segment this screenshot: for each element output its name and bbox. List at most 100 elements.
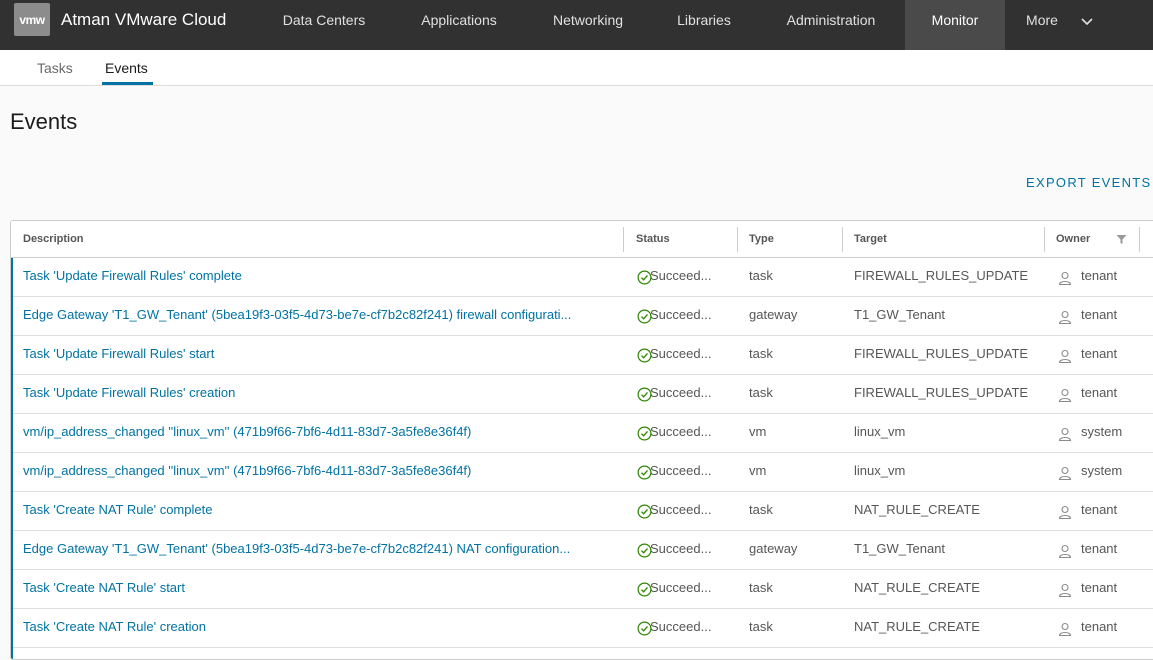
nav-applications[interactable]: Applications bbox=[394, 0, 524, 50]
event-owner: tenant bbox=[1044, 492, 1144, 530]
tab-events[interactable]: Events bbox=[105, 60, 148, 76]
event-status: Succeed... bbox=[624, 609, 732, 647]
event-status: Succeed... bbox=[624, 375, 732, 413]
event-type: task bbox=[749, 502, 773, 517]
status-text: Succeed... bbox=[650, 502, 712, 517]
event-target: linux_vm bbox=[854, 463, 906, 478]
check-circle-icon bbox=[637, 582, 652, 597]
event-target: NAT_RULE_CREATE bbox=[854, 502, 980, 517]
check-circle-icon bbox=[637, 504, 652, 519]
user-icon bbox=[1058, 583, 1072, 597]
user-icon bbox=[1058, 466, 1072, 480]
table-row[interactable]: Task 'Update Firewall Rules' complete Su… bbox=[11, 258, 1153, 297]
subtab-bar: Tasks Events bbox=[0, 50, 1153, 86]
event-target: NAT_RULE_CREATE bbox=[854, 580, 980, 595]
nav-data-centers[interactable]: Data Centers bbox=[258, 0, 390, 50]
event-owner: tenant bbox=[1044, 375, 1144, 413]
user-icon bbox=[1058, 271, 1072, 285]
owner-text: system bbox=[1081, 424, 1123, 439]
event-target: NAT_RULE_CREATE bbox=[854, 619, 980, 634]
user-icon bbox=[1058, 349, 1072, 363]
grid-left-accent bbox=[11, 258, 13, 659]
event-description-link[interactable]: Edge Gateway 'T1_GW_Tenant' (5bea19f3-03… bbox=[11, 531, 621, 569]
table-row[interactable]: Task 'Update Firewall Rules' start Succe… bbox=[11, 336, 1153, 375]
event-target: FIREWALL_RULES_UPDATE bbox=[854, 385, 1029, 400]
chevron-down-icon[interactable] bbox=[1080, 14, 1094, 28]
event-owner: tenant bbox=[1044, 531, 1144, 569]
event-owner: tenant bbox=[1044, 336, 1144, 374]
status-text: Succeed... bbox=[650, 619, 712, 634]
check-circle-icon bbox=[637, 543, 652, 558]
nav-libraries[interactable]: Libraries bbox=[653, 0, 755, 50]
brand-title[interactable]: Atman VMware Cloud bbox=[61, 10, 226, 30]
table-row[interactable]: vm/ip_address_changed ''linux_vm'' (471b… bbox=[11, 453, 1153, 492]
export-events-button[interactable]: EXPORT EVENTS bbox=[1026, 175, 1152, 190]
nav-monitor[interactable]: Monitor bbox=[905, 0, 1005, 50]
event-status: Succeed... bbox=[624, 453, 732, 491]
datagrid-header: Description Status Type Target Owner bbox=[11, 221, 1153, 258]
event-description-link[interactable]: Task 'Create NAT Rule' start bbox=[11, 570, 621, 608]
status-text: Succeed... bbox=[650, 307, 712, 322]
event-description-link[interactable]: Task 'Create NAT Rule' complete bbox=[11, 492, 621, 530]
status-text: Succeed... bbox=[650, 346, 712, 361]
event-status: Succeed... bbox=[624, 336, 732, 374]
event-description-link[interactable]: Task 'Update Firewall Rules' complete bbox=[11, 258, 621, 296]
status-text: Succeed... bbox=[650, 385, 712, 400]
event-description-link[interactable]: vm/ip_address_changed ''linux_vm'' (471b… bbox=[11, 414, 621, 452]
user-icon bbox=[1058, 505, 1072, 519]
table-row[interactable]: vm/ip_address_changed ''linux_vm'' (471b… bbox=[11, 414, 1153, 453]
event-target: FIREWALL_RULES_UPDATE bbox=[854, 268, 1029, 283]
page-title: Events bbox=[10, 109, 78, 134]
check-circle-icon bbox=[637, 348, 652, 363]
event-status: Succeed... bbox=[624, 570, 732, 608]
table-row[interactable]: Task 'Create NAT Rule' complete Succeed.… bbox=[11, 492, 1153, 531]
owner-text: tenant bbox=[1081, 307, 1118, 322]
column-header-description[interactable]: Description bbox=[11, 221, 84, 258]
owner-text: tenant bbox=[1081, 619, 1118, 634]
event-type: gateway bbox=[749, 541, 798, 556]
status-text: Succeed... bbox=[650, 463, 712, 478]
event-target: linux_vm bbox=[854, 424, 906, 439]
table-row[interactable]: Task 'Update Firewall Rules' creation Su… bbox=[11, 375, 1153, 414]
event-description-link[interactable]: vm/ip_address_changed ''linux_vm'' (471b… bbox=[11, 453, 621, 491]
nav-more[interactable]: More bbox=[1013, 0, 1071, 50]
owner-text: tenant bbox=[1081, 346, 1118, 361]
table-row[interactable]: Task 'Create NAT Rule' creation Succeed.… bbox=[11, 609, 1153, 648]
status-text: Succeed... bbox=[650, 268, 712, 283]
tab-tasks[interactable]: Tasks bbox=[37, 60, 73, 76]
event-status: Succeed... bbox=[624, 531, 732, 569]
filter-icon[interactable] bbox=[1116, 234, 1127, 245]
table-row[interactable]: Edge Gateway 'T1_GW_Tenant' (5bea19f3-03… bbox=[11, 297, 1153, 336]
event-type: task bbox=[749, 385, 773, 400]
column-header-target[interactable]: Target bbox=[842, 221, 887, 258]
table-row[interactable]: Edge Gateway 'T1_GW_Tenant' (5bea19f3-03… bbox=[11, 531, 1153, 570]
event-status: Succeed... bbox=[624, 258, 732, 296]
owner-text: tenant bbox=[1081, 385, 1118, 400]
table-row[interactable]: Task 'Create NAT Rule' start Succeed... … bbox=[11, 570, 1153, 609]
owner-text: system bbox=[1081, 463, 1123, 478]
column-header-status[interactable]: Status bbox=[624, 221, 670, 258]
check-circle-icon bbox=[637, 309, 652, 324]
event-description-link[interactable]: Edge Gateway 'T1_GW_Tenant' (5bea19f3-03… bbox=[11, 297, 621, 335]
event-type: task bbox=[749, 619, 773, 634]
column-header-type[interactable]: Type bbox=[737, 221, 774, 258]
check-circle-icon bbox=[637, 426, 652, 441]
nav-administration[interactable]: Administration bbox=[759, 0, 903, 50]
check-circle-icon bbox=[637, 270, 652, 285]
event-type: task bbox=[749, 580, 773, 595]
column-separator[interactable] bbox=[1139, 227, 1140, 252]
status-text: Succeed... bbox=[650, 424, 712, 439]
owner-text: tenant bbox=[1081, 580, 1118, 595]
event-owner: tenant bbox=[1044, 258, 1144, 296]
event-type: task bbox=[749, 268, 773, 283]
event-description-link[interactable]: Task 'Update Firewall Rules' start bbox=[11, 336, 621, 374]
owner-text: tenant bbox=[1081, 268, 1118, 283]
event-description-link[interactable]: Task 'Update Firewall Rules' creation bbox=[11, 375, 621, 413]
vmware-logo: vmw bbox=[14, 3, 50, 36]
column-header-owner[interactable]: Owner bbox=[1044, 221, 1090, 258]
nav-networking[interactable]: Networking bbox=[527, 0, 649, 50]
check-circle-icon bbox=[637, 621, 652, 636]
event-description-link[interactable]: Task 'Create NAT Rule' creation bbox=[11, 609, 621, 647]
user-icon bbox=[1058, 388, 1072, 402]
event-status: Succeed... bbox=[624, 297, 732, 335]
